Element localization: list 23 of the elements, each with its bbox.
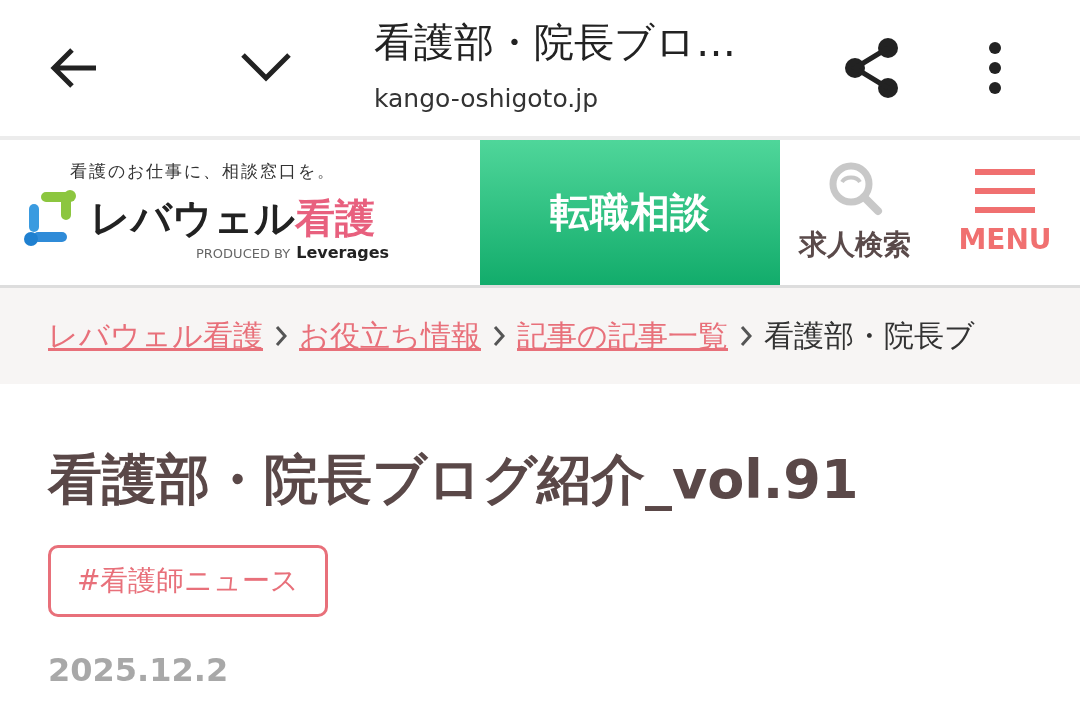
producer-name: Leverages [296, 243, 390, 262]
page-url: kango-oshigoto.jp [374, 84, 599, 113]
article-title: 看護部・院長ブログ紹介_vol.91 [48, 447, 859, 513]
article-date: 2025.12.2 [48, 651, 229, 689]
tag-chip[interactable]: #看護師ニュース [48, 545, 329, 617]
breadcrumb-link[interactable]: レバウェル看護 [48, 315, 263, 357]
produced-by-label: PRODUCED BY [196, 246, 291, 261]
breadcrumb-link[interactable]: お役立ち情報 [299, 315, 481, 357]
search-icon [827, 161, 883, 216]
brand-suffix: 看護 [295, 193, 375, 243]
page-title: 看護部・院長ブロ… [374, 18, 737, 67]
tagline: 看護のお仕事に、相談窓口を。 [70, 160, 337, 183]
more-options-icon[interactable] [988, 42, 1002, 94]
menu-icon [975, 169, 1035, 213]
chevron-right-icon [493, 325, 505, 347]
chevron-right-icon [740, 325, 752, 347]
chevron-down-icon[interactable] [240, 52, 292, 82]
share-icon[interactable] [844, 37, 900, 99]
breadcrumb-link[interactable]: 記事の記事一覧 [517, 315, 728, 357]
brand-name: レバウェル [90, 193, 295, 243]
consult-button[interactable]: 転職相談 [480, 140, 780, 285]
breadcrumb-current: 看護部・院長ブ [764, 316, 975, 355]
chevron-right-icon [275, 325, 287, 347]
